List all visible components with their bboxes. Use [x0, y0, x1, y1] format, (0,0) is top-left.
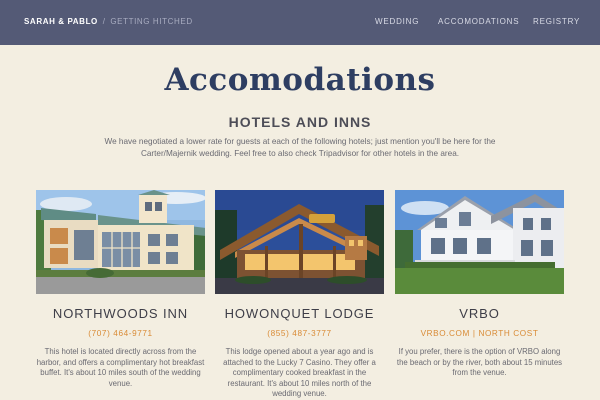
vrbo-link[interactable]: VRBO.COM — [421, 329, 470, 338]
hotel-name: VRBO — [459, 306, 500, 321]
nav-link-registry[interactable]: REGISTRY — [533, 17, 580, 26]
link-separator: | — [472, 329, 476, 338]
hotel-card-vrbo: VRBO VRBO.COM | NORTH COST If you prefer… — [395, 190, 564, 379]
section-subtitle: HOTELS AND INNS — [228, 114, 372, 130]
brand-separator: / — [102, 17, 106, 26]
hotel-name: HOWONQUET LODGE — [224, 306, 375, 321]
hotel-card-northwoods: NORTHWOODS INN (707) 464-9771 This hotel… — [36, 190, 205, 389]
northwoods-inn-photo — [36, 190, 205, 294]
hotel-description: This lodge opened about a year ago and i… — [223, 347, 376, 399]
hotel-name: NORTHWOODS INN — [52, 306, 189, 321]
howonquet-lodge-photo — [215, 190, 384, 294]
hotel-description: If you prefer, there is the option of VR… — [396, 347, 563, 378]
brand-tagline: GETTING HITCHED — [110, 17, 193, 26]
top-navbar: SARAH & PABLO / GETTING HITCHED WEDDING … — [0, 0, 600, 45]
hotel-phone-link[interactable]: (855) 487-3777 — [215, 329, 384, 338]
brand-names: SARAH & PABLO — [24, 17, 98, 26]
hotel-description: This hotel is located directly across fr… — [36, 347, 205, 388]
vrbo-house-photo — [395, 190, 564, 294]
nav-link-wedding[interactable]: WEDDING — [375, 17, 419, 26]
hotel-card-howonquet: HOWONQUET LODGE (855) 487-3777 This lodg… — [215, 190, 384, 400]
intro-paragraph: We have negotiated a lower rate for gues… — [104, 137, 496, 158]
site-brand[interactable]: SARAH & PABLO / GETTING HITCHED — [24, 17, 193, 26]
hotel-phone-link[interactable]: (707) 464-9771 — [36, 329, 205, 338]
nav-link-accomodations[interactable]: ACCOMODATIONS — [438, 17, 519, 26]
north-coast-link[interactable]: NORTH COST — [478, 329, 538, 338]
vrbo-links: VRBO.COM | NORTH COST — [395, 329, 564, 338]
page-title: Accomodations — [164, 62, 436, 98]
